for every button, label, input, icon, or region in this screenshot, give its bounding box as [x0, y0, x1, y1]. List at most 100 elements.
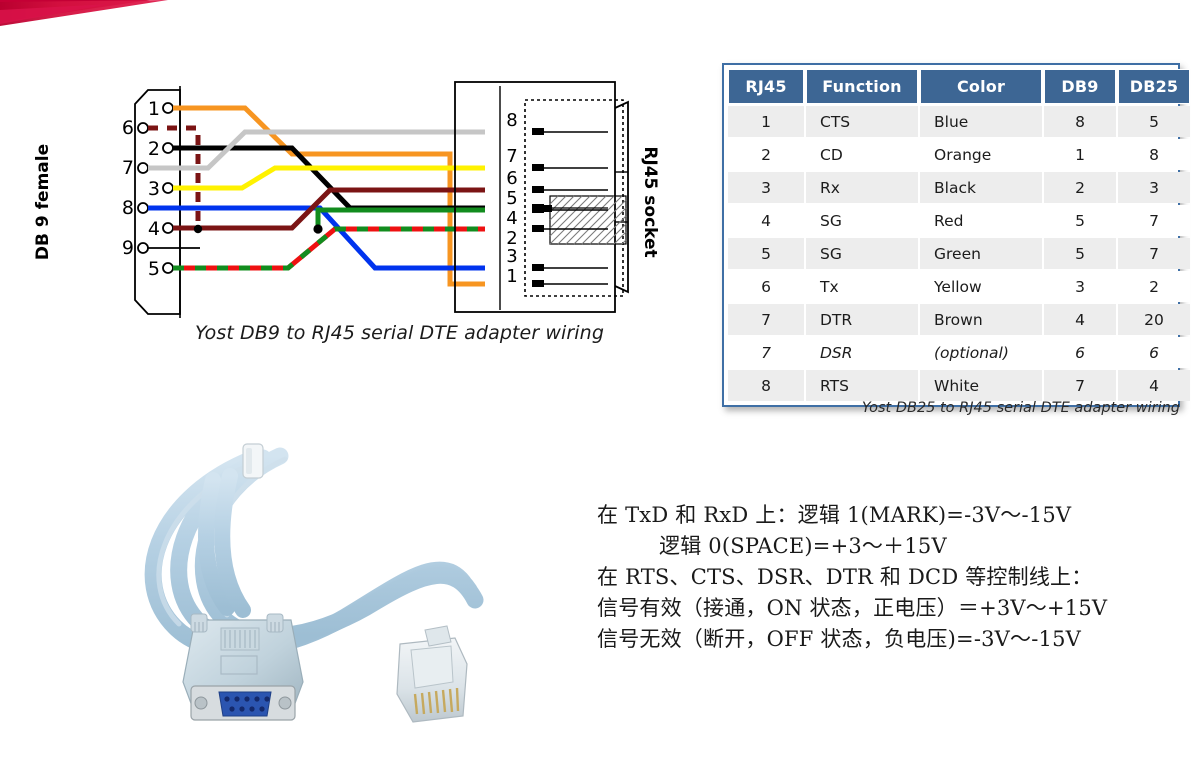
cable-tie — [242, 443, 264, 479]
cell-function: CD — [806, 139, 918, 170]
cell-function: Tx — [806, 271, 918, 302]
svg-text:5: 5 — [506, 188, 517, 209]
rj45-socket-body — [454, 81, 629, 313]
table-row: 8 RTS White 7 4 — [728, 370, 1190, 401]
cell-db9: 3 — [1044, 271, 1116, 302]
svg-text:2: 2 — [148, 138, 160, 160]
cell-color: Red — [920, 205, 1042, 236]
cell-rj45: 1 — [728, 106, 804, 137]
spec-line-1: 在 TxD 和 RxD 上：逻辑 1(MARK)=-3V～-15V — [597, 503, 1072, 527]
table-row: 1 CTS Blue 8 5 — [728, 106, 1190, 137]
svg-text:1: 1 — [506, 266, 517, 287]
cell-db25: 2 — [1118, 271, 1190, 302]
wiring-diagram: DB 9 female 6 7 8 9 1 2 3 4 5 8 7 6 5 4 … — [30, 72, 670, 322]
svg-text:3: 3 — [506, 246, 517, 267]
cell-color: Orange — [920, 139, 1042, 170]
pinout-table-caption: Yost DB25 to RJ45 serial DTE adapter wir… — [861, 400, 1180, 416]
cell-db25: 3 — [1118, 172, 1190, 203]
cell-function: Rx — [806, 172, 918, 203]
cell-db25: 8 — [1118, 139, 1190, 170]
cell-db25: 5 — [1118, 106, 1190, 137]
cell-db25: 20 — [1118, 304, 1190, 335]
junction-dot — [313, 224, 323, 234]
spec-line-4: 信号有效（接通，ON 状态，正电压）＝+3V～+15V — [597, 596, 1108, 620]
db9-connector — [182, 613, 304, 721]
cell-rj45: 5 — [728, 238, 804, 269]
cell-function: RTS — [806, 370, 918, 401]
db9-label: DB 9 female — [33, 144, 53, 260]
table-row: 7 DSR (optional) 6 6 — [728, 337, 1190, 368]
svg-text:6: 6 — [122, 117, 134, 139]
cell-db25: 6 — [1118, 337, 1190, 368]
cell-function: SG — [806, 205, 918, 236]
svg-text:7: 7 — [122, 157, 134, 179]
cell-rj45: 6 — [728, 271, 804, 302]
cell-db9: 1 — [1044, 139, 1116, 170]
signal-level-spec: 在 TxD 和 RxD 上：逻辑 1(MARK)=-3V～-15V 逻辑 0(S… — [597, 500, 1137, 655]
cell-color: Brown — [920, 304, 1042, 335]
svg-text:1: 1 — [148, 98, 160, 120]
table-row: 2 CD Orange 1 8 — [728, 139, 1190, 170]
cell-rj45: 7 — [728, 304, 804, 335]
cell-rj45: 2 — [728, 139, 804, 170]
rj45-label: RJ45 socket — [640, 146, 660, 257]
cell-color: Green — [920, 238, 1042, 269]
svg-text:2: 2 — [506, 228, 517, 249]
svg-text:7: 7 — [506, 146, 517, 167]
spec-line-2: 逻辑 0(SPACE)=+3～＋15V — [659, 534, 947, 558]
col-header-rj45: RJ45 — [728, 69, 804, 104]
rj45-plug — [396, 625, 468, 723]
svg-text:8: 8 — [506, 110, 517, 131]
cell-rj45: 3 — [728, 172, 804, 203]
cell-db9: 5 — [1044, 238, 1116, 269]
cell-color: Blue — [920, 106, 1042, 137]
svg-text:6: 6 — [506, 168, 517, 189]
cell-db9: 5 — [1044, 205, 1116, 236]
col-header-function: Function — [806, 69, 918, 104]
table-row: 5 SG Green 5 7 — [728, 238, 1190, 269]
cell-db25: 4 — [1118, 370, 1190, 401]
svg-text:4: 4 — [506, 208, 517, 229]
table-header-row: RJ45 Function Color DB9 DB25 — [728, 69, 1190, 104]
cell-function: DTR — [806, 304, 918, 335]
table-row: 7 DTR Brown 4 20 — [728, 304, 1190, 335]
col-header-color: Color — [920, 69, 1042, 104]
console-cable-photo — [95, 432, 495, 762]
red-diagonal-banner — [0, 0, 300, 40]
cell-db9: 6 — [1044, 337, 1116, 368]
col-header-db25: DB25 — [1118, 69, 1190, 104]
svg-text:8: 8 — [122, 197, 134, 219]
table-row: 4 SG Red 5 7 — [728, 205, 1190, 236]
svg-text:9: 9 — [122, 237, 134, 259]
cell-db9: 7 — [1044, 370, 1116, 401]
cell-db9: 2 — [1044, 172, 1116, 203]
cell-color: (optional) — [920, 337, 1042, 368]
cell-function: DSR — [806, 337, 918, 368]
cell-function: CTS — [806, 106, 918, 137]
pinout-table-container: RJ45 Function Color DB9 DB25 1 CTS Blue … — [722, 63, 1190, 407]
cell-db25: 7 — [1118, 238, 1190, 269]
col-header-db9: DB9 — [1044, 69, 1116, 104]
svg-text:3: 3 — [148, 178, 160, 200]
cell-color: White — [920, 370, 1042, 401]
pinout-table-body: 1 CTS Blue 8 5 2 CD Orange 1 8 3 Rx Blac… — [728, 106, 1190, 401]
cell-color: Yellow — [920, 271, 1042, 302]
wiring-diagram-caption: Yost DB9 to RJ45 serial DTE adapter wiri… — [195, 322, 604, 344]
cell-rj45: 4 — [728, 205, 804, 236]
table-row: 3 Rx Black 2 3 — [728, 172, 1190, 203]
pinout-table: RJ45 Function Color DB9 DB25 1 CTS Blue … — [726, 67, 1192, 403]
table-row: 6 Tx Yellow 3 2 — [728, 271, 1190, 302]
svg-text:4: 4 — [148, 218, 160, 240]
spec-line-3: 在 RTS、CTS、DSR、DTR 和 DCD 等控制线上： — [597, 565, 1093, 589]
cell-db25: 7 — [1118, 205, 1190, 236]
cell-color: Black — [920, 172, 1042, 203]
spec-line-5: 信号无效（断开，OFF 状态，负电压)=-3V～-15V — [597, 627, 1082, 651]
db9-connector-shell — [134, 86, 181, 318]
svg-text:5: 5 — [148, 258, 160, 280]
cell-db9: 4 — [1044, 304, 1116, 335]
junction-dot — [193, 224, 203, 234]
cell-function: SG — [806, 238, 918, 269]
cell-db9: 8 — [1044, 106, 1116, 137]
cell-rj45: 7 — [728, 337, 804, 368]
cell-rj45: 8 — [728, 370, 804, 401]
